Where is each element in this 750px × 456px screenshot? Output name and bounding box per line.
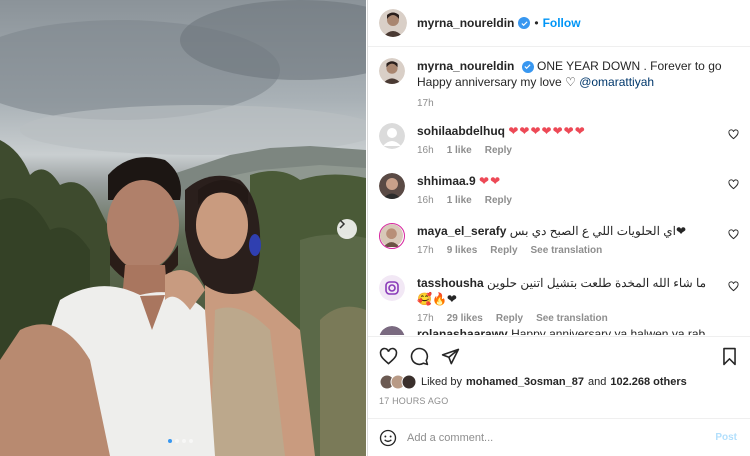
- post-header: myrna_noureldin • Follow: [368, 0, 750, 47]
- likes-prefix: Liked by: [421, 376, 462, 388]
- author-avatar[interactable]: [379, 9, 407, 37]
- comment-likes[interactable]: 1 like: [447, 193, 472, 209]
- post-side-panel: myrna_noureldin • Follow myrna_noureldin…: [367, 0, 750, 456]
- comment-username[interactable]: tasshousha: [417, 276, 484, 290]
- comment-content: maya_el_serafy اي الحلويات اللي ع الصبح …: [417, 223, 717, 259]
- photo-scene: [0, 0, 366, 456]
- emoji-icon[interactable]: [379, 429, 397, 447]
- share-icon[interactable]: [441, 347, 460, 366]
- see-translation-button[interactable]: See translation: [531, 243, 603, 259]
- liker-avatars[interactable]: [379, 374, 419, 390]
- reply-button[interactable]: Reply: [490, 243, 517, 259]
- carousel-dot-active: [168, 439, 172, 443]
- comment-time: 17h: [417, 245, 434, 256]
- author-avatar[interactable]: [379, 58, 405, 84]
- comment-time: 16h: [417, 145, 434, 156]
- comment-text: ❤❤: [479, 174, 502, 188]
- comment-username[interactable]: rolanashaarawy: [417, 327, 508, 335]
- caption-mention[interactable]: @omarattiyah: [579, 75, 654, 89]
- commenter-avatar[interactable]: [379, 223, 405, 249]
- commenter-avatar[interactable]: [379, 326, 405, 335]
- comment-username[interactable]: sohilaabdelhuq: [417, 124, 505, 138]
- heart-icon[interactable]: [728, 179, 739, 190]
- comment-content: tasshousha ما شاء الله المخدة طلعت بتشيل…: [417, 275, 717, 327]
- add-comment-input[interactable]: [407, 431, 697, 444]
- comment-content: rolanashaarawy Happy anniversary ya halw…: [417, 326, 737, 335]
- carousel-dot: [182, 439, 186, 443]
- likes-summary: Liked by mohamed_3osman_87 and 102.268 o…: [379, 374, 687, 390]
- bookmark-icon[interactable]: [721, 347, 738, 366]
- carousel-indicator: [168, 439, 193, 443]
- comment-content: sohilaabdelhuq ❤❤❤❤❤❤❤ 16h 1 like Reply: [417, 123, 717, 159]
- heart-outline-emoji: ♡: [565, 75, 576, 89]
- commenter-avatar[interactable]: [379, 123, 405, 149]
- carousel-dot: [189, 439, 193, 443]
- commenter-avatar[interactable]: [379, 173, 405, 199]
- comments-list[interactable]: myrna_noureldin ONE YEAR DOWN . Forever …: [368, 48, 750, 335]
- caption-content: myrna_noureldin ONE YEAR DOWN . Forever …: [417, 58, 737, 112]
- heart-icon[interactable]: [728, 281, 739, 292]
- reply-button[interactable]: Reply: [485, 193, 512, 209]
- comment-time: 17h: [417, 313, 434, 324]
- comment-content: shhimaa.9 ❤❤ 16h 1 like Reply: [417, 173, 717, 209]
- likes-and: and: [587, 376, 607, 388]
- comment-icon[interactable]: [410, 347, 429, 366]
- likes-user[interactable]: mohamed_3osman_87: [466, 376, 584, 388]
- reply-button[interactable]: Reply: [496, 311, 523, 327]
- likes-count[interactable]: 102.268 others: [610, 376, 686, 388]
- reply-button[interactable]: Reply: [485, 143, 512, 159]
- comment-text: ❤❤❤❤❤❤❤: [508, 124, 586, 138]
- author-username[interactable]: myrna_noureldin: [417, 16, 514, 30]
- add-comment-bar: Post: [368, 418, 750, 456]
- heart-icon[interactable]: [728, 229, 739, 240]
- carousel-dot: [175, 439, 179, 443]
- follow-button[interactable]: Follow: [543, 16, 581, 30]
- comment-likes[interactable]: 29 likes: [447, 311, 483, 327]
- comment-username[interactable]: shhimaa.9: [417, 174, 476, 188]
- heart-icon[interactable]: [379, 347, 398, 366]
- comment-likes[interactable]: 9 likes: [447, 243, 478, 259]
- see-translation-button[interactable]: See translation: [536, 311, 608, 327]
- caption-title: ONE YEAR DOWN . Forever to go: [537, 59, 722, 73]
- comment-likes[interactable]: 1 like: [447, 143, 472, 159]
- caption-time: 17h: [417, 98, 434, 109]
- comment-text: اي الحلويات اللي ع الصبح دي بس❤: [509, 224, 687, 238]
- next-arrow-icon: [339, 219, 346, 229]
- post-photo[interactable]: [0, 0, 366, 456]
- post-actions-bar: [368, 336, 750, 373]
- header-separator: •: [534, 16, 539, 30]
- verified-badge-icon: [521, 60, 534, 73]
- heart-icon[interactable]: [728, 129, 739, 140]
- carousel-next-button[interactable]: [337, 219, 357, 239]
- verified-badge-icon: [518, 17, 531, 29]
- post-comment-button[interactable]: Post: [715, 432, 737, 443]
- comment-time: 16h: [417, 195, 434, 206]
- commenter-avatar[interactable]: [379, 275, 405, 301]
- post-time-ago[interactable]: 17 HOURS AGO: [379, 396, 448, 406]
- caption-line2: Happy anniversary my love: [417, 75, 562, 89]
- caption-username[interactable]: myrna_noureldin: [417, 59, 514, 73]
- comment-username[interactable]: maya_el_serafy: [417, 224, 506, 238]
